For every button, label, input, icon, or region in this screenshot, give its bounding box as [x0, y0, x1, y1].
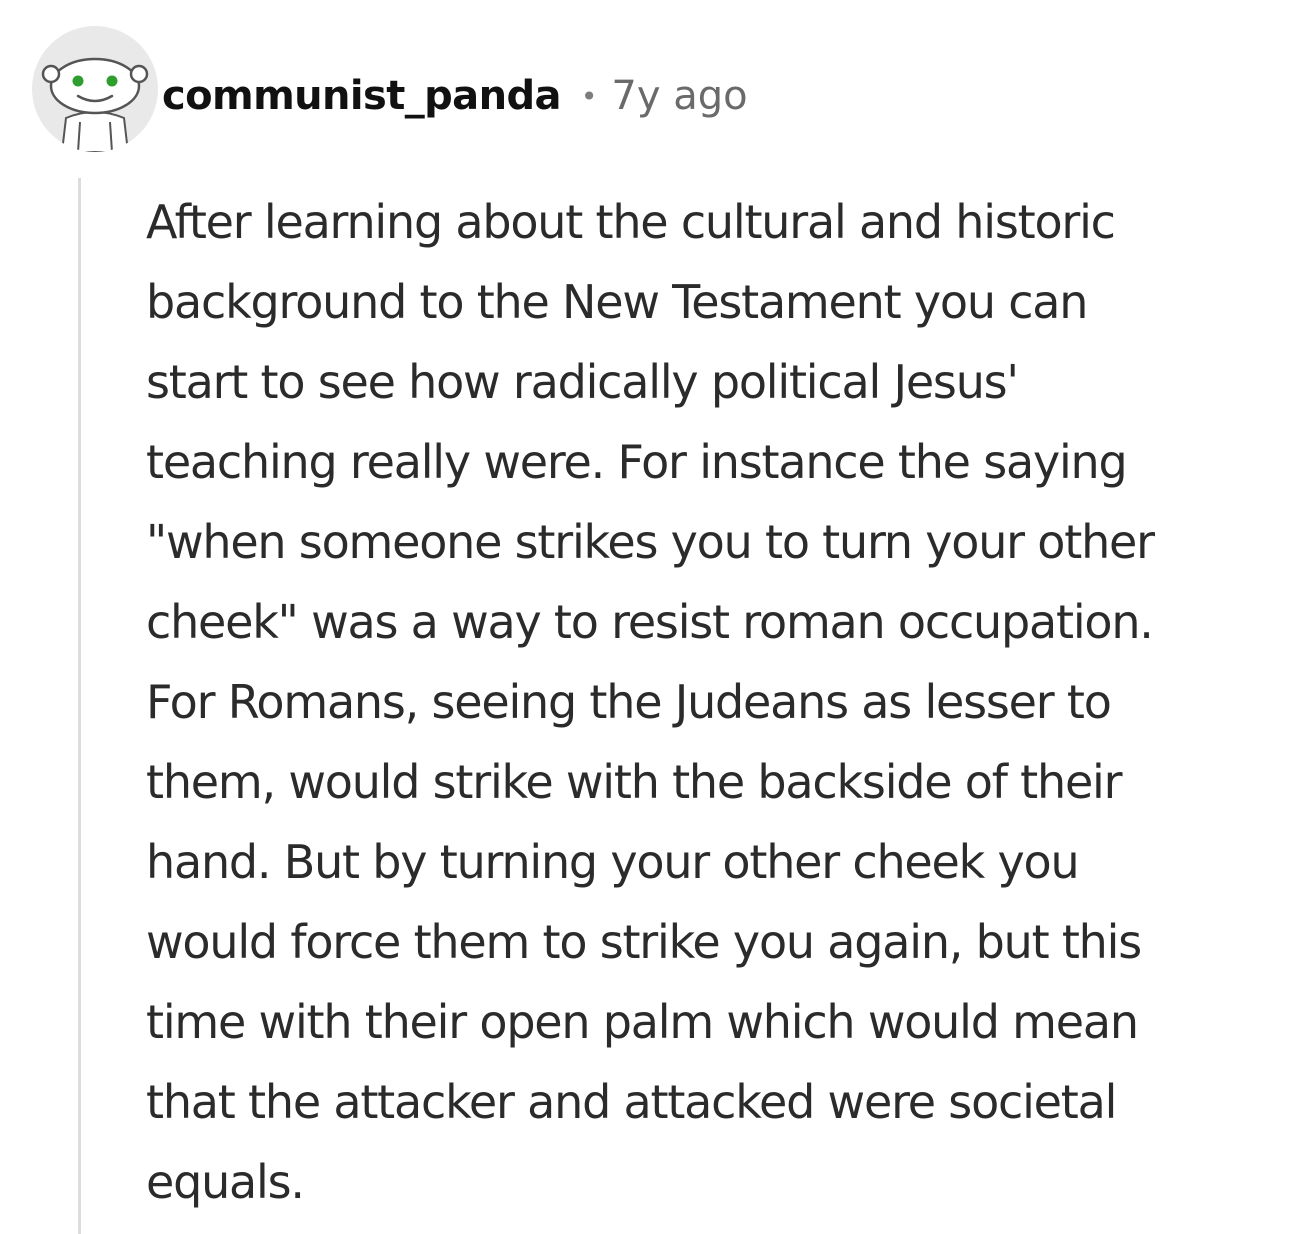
comment-header: communist_panda • 7y ago	[162, 66, 748, 126]
comment-body-line: would force them to strike you again, bu…	[146, 915, 1142, 969]
comment-body-line: hand. But by turning your other cheek yo…	[146, 835, 1080, 889]
avatar[interactable]	[32, 26, 158, 152]
comment-body-line: them, would strike with the backside of …	[146, 755, 1123, 809]
comment-body-line: "when someone strikes you to turn your o…	[146, 515, 1155, 569]
thread-collapse-line[interactable]	[78, 178, 81, 1234]
comment-body-line: background to the New Testament you can	[146, 275, 1088, 329]
comment-body: After learning about the cultural and hi…	[146, 182, 1286, 1222]
comment-body-line: teaching really were. For instance the s…	[146, 435, 1128, 489]
comment-body-line: equals.	[146, 1155, 305, 1209]
comment-body-line: After learning about the cultural and hi…	[146, 195, 1116, 249]
meta-separator: •	[580, 79, 598, 113]
snoo-avatar-icon	[32, 26, 158, 152]
comment-body-line: start to see how radically political Jes…	[146, 355, 1019, 409]
comment-body-line: that the attacker and attacked were soci…	[146, 1075, 1117, 1129]
comment-age[interactable]: 7y ago	[611, 73, 747, 119]
comment-body-line: time with their open palm which would me…	[146, 995, 1139, 1049]
comment: communist_panda • 7y ago After learning …	[0, 0, 1294, 1234]
comment-body-line: cheek" was a way to resist roman occupat…	[146, 595, 1154, 649]
comment-body-line: For Romans, seeing the Judeans as lesser…	[146, 675, 1112, 729]
username-link[interactable]: communist_panda	[162, 73, 561, 119]
